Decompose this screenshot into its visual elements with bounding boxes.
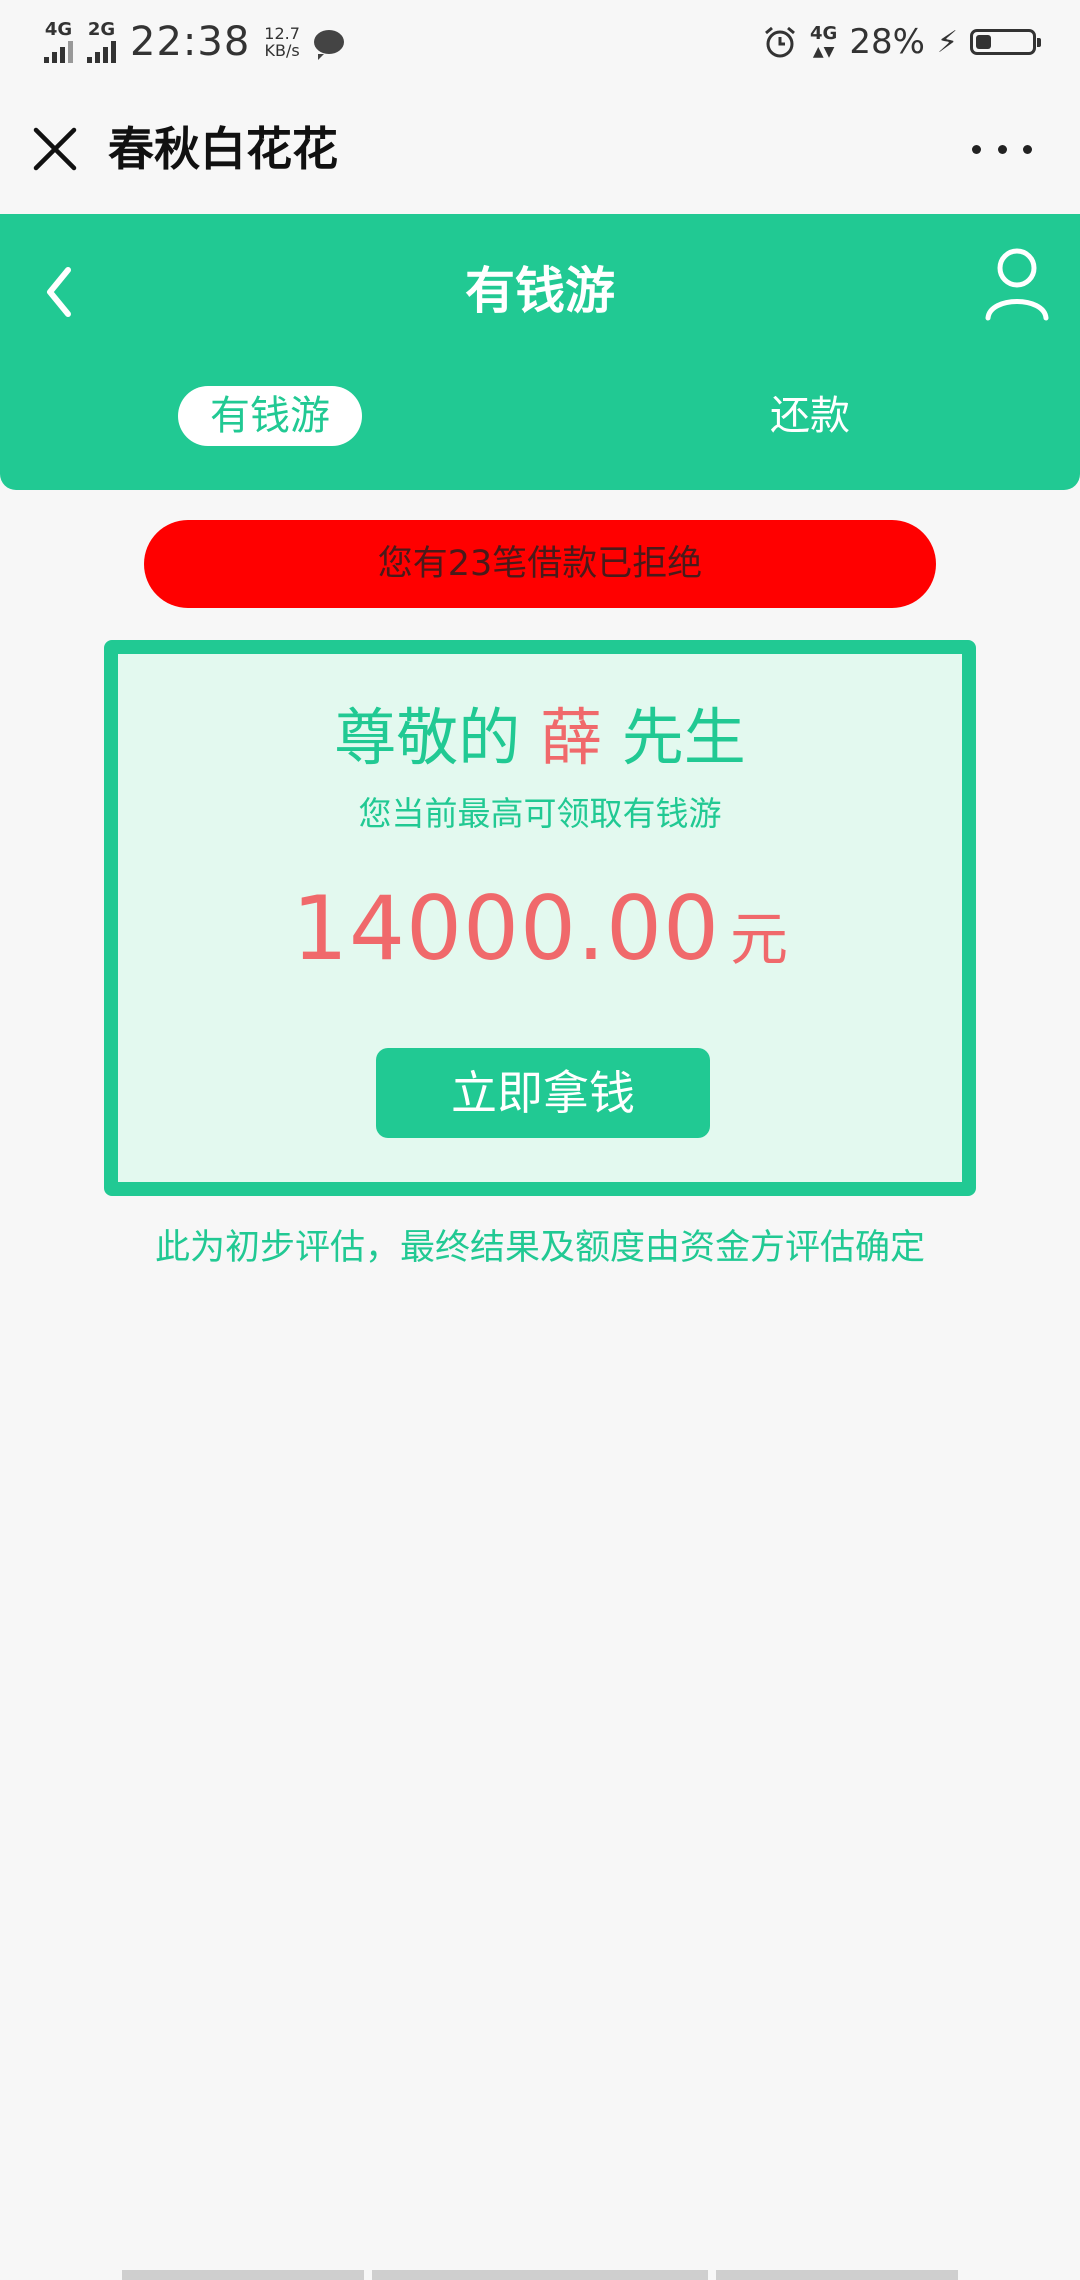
page-title: 有钱游 — [465, 262, 615, 320]
limit-description: 您当前最高可领取有钱游 — [358, 794, 722, 833]
user-surname: 薛 — [539, 701, 602, 774]
mini-program-title: 春秋白花花 — [108, 122, 338, 176]
greeting-suffix: 先生 — [621, 701, 746, 774]
status-bar: 4G 2G 22:38 12.7 KB/s 4G ▲▼ 28% ⚡ — [0, 0, 1080, 84]
mobile-data-icon: 4G ▲▼ — [810, 23, 838, 60]
charging-bolt-icon: ⚡ — [936, 24, 958, 60]
status-bar-right: 4G ▲▼ 28% ⚡ — [762, 18, 1041, 66]
battery-level-fill — [976, 35, 991, 49]
tab-repayment[interactable]: 还款 — [720, 386, 900, 446]
get-money-button[interactable]: 立即拿钱 — [376, 1048, 710, 1138]
network-label: 4G — [810, 23, 838, 44]
network-speed-unit: KB/s — [264, 41, 300, 60]
clock: 22:38 — [130, 19, 251, 65]
more-dot-icon — [1023, 144, 1032, 154]
greeting-prefix: 尊敬的 — [334, 701, 521, 774]
bottom-divider — [372, 2270, 708, 2280]
more-dot-icon — [972, 144, 981, 154]
user-profile-icon[interactable] — [982, 244, 1052, 324]
disclaimer-text: 此为初步评估，最终结果及额度由资金方评估确定 — [154, 1228, 925, 1268]
status-bar-left: 4G 2G 22:38 12.7 KB/s — [44, 18, 344, 66]
more-dot-icon — [997, 144, 1007, 154]
mini-program-top-bar: 春秋白花花 — [0, 84, 1080, 214]
bottom-divider — [716, 2270, 958, 2280]
battery-icon — [970, 29, 1041, 55]
currency-unit: 元 — [729, 905, 788, 973]
rejected-loans-notice[interactable]: 您有23笔借款已拒绝 — [144, 520, 936, 608]
battery-percentage: 28% — [849, 22, 925, 62]
signal-strength-icon: 2G — [87, 21, 116, 63]
more-options-button[interactable] — [972, 124, 1032, 174]
signal-label-1: 4G — [44, 19, 73, 40]
signal-strength-icon: 4G — [44, 21, 73, 63]
alarm-clock-icon — [765, 26, 795, 58]
network-speed: 12.7 KB/s — [264, 25, 300, 59]
signal-label-2: 2G — [87, 19, 116, 40]
greeting: 尊敬的 薛 先生 — [118, 698, 962, 778]
amount-value: 14000.00 — [292, 877, 720, 980]
tab-youqianyou[interactable]: 有钱游 — [178, 386, 362, 446]
message-notification-icon — [313, 30, 344, 60]
bottom-divider — [122, 2270, 364, 2280]
close-icon[interactable] — [28, 122, 82, 176]
credit-limit-card: 尊敬的 薛 先生 您当前最高可领取有钱游 14000.00 元 立即拿钱 — [104, 640, 976, 1196]
network-speed-value: 12.7 — [264, 24, 300, 43]
credit-amount: 14000.00 元 — [118, 874, 962, 1009]
app-header: 有钱游 有钱游 还款 — [0, 214, 1080, 490]
